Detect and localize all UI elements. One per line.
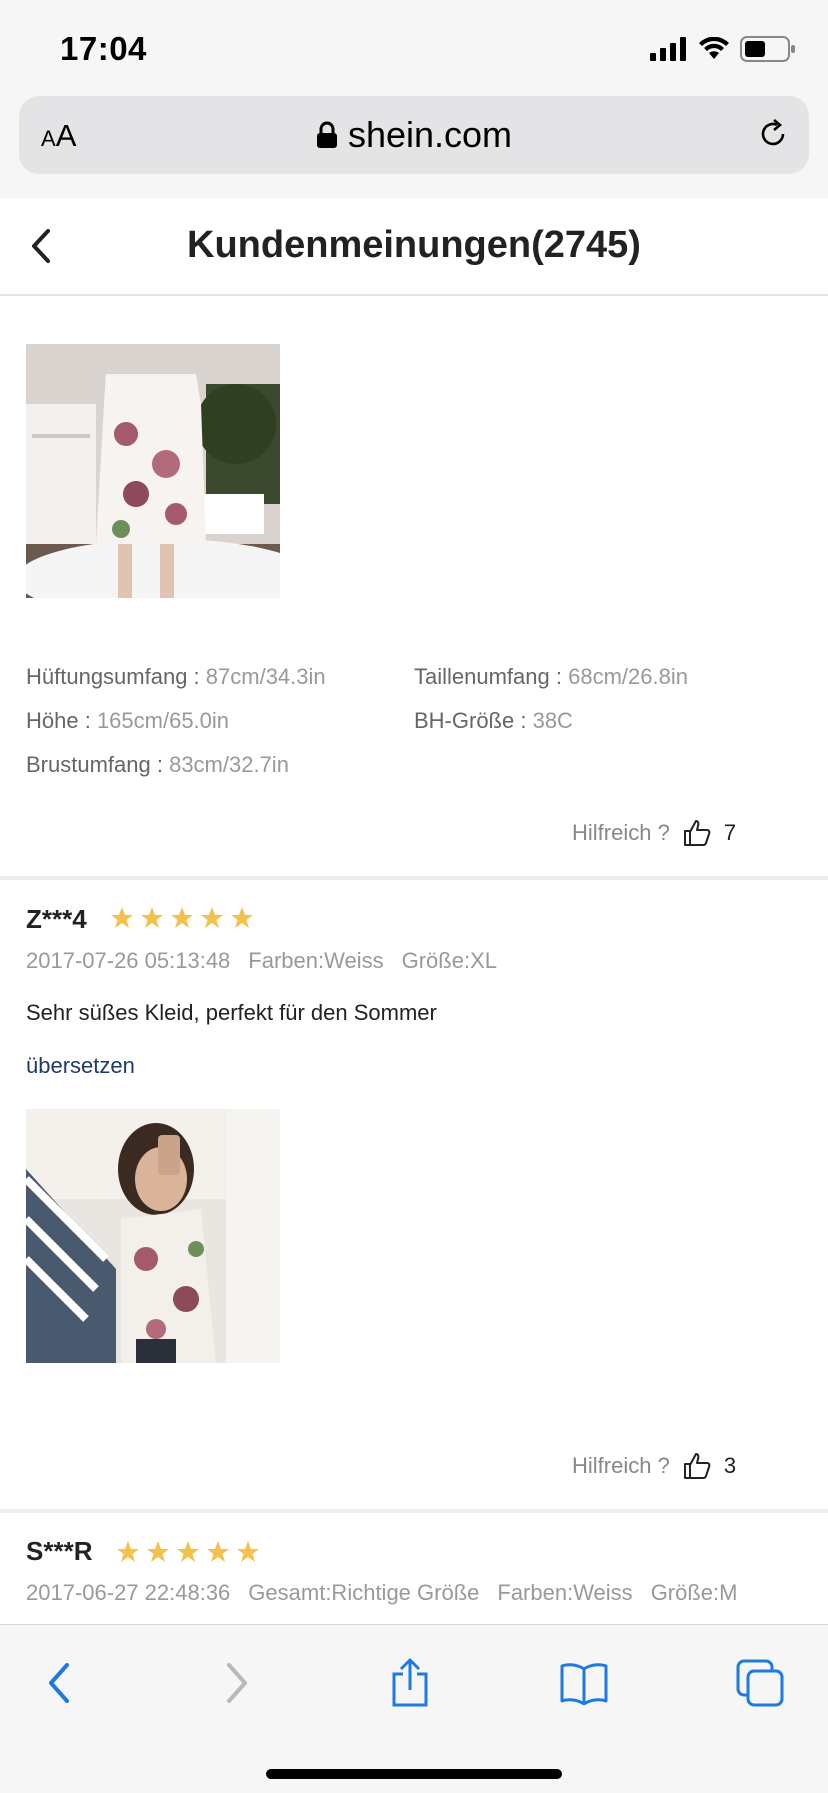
page-title: Kundenmeinungen(2745): [187, 224, 641, 266]
rating-stars: [110, 906, 254, 930]
helpful-count: 7: [723, 820, 737, 845]
reload-icon[interactable]: [755, 116, 791, 152]
star-icon: [171, 907, 193, 928]
bookmarks-button[interactable]: [554, 1653, 614, 1713]
status-icons: [650, 34, 796, 64]
back-button[interactable]: [30, 1653, 90, 1713]
star-icon: [201, 907, 223, 928]
dress-photo-image: [26, 344, 280, 598]
helpful-row: Hilfreich ? 3: [572, 1451, 736, 1481]
lock-icon: [316, 121, 337, 148]
address-bar[interactable]: AA shein.com: [19, 96, 809, 174]
review-size: Größe:M: [650, 1580, 738, 1605]
review-comment: Sehr süßes Kleid, perfekt für den Sommer: [26, 1000, 437, 1025]
review-photo[interactable]: [26, 344, 280, 598]
star-icon: [231, 907, 253, 928]
star-icon: [117, 1541, 139, 1562]
home-indicator: [266, 1769, 562, 1779]
chevron-right-icon: [227, 1663, 247, 1703]
translate-link[interactable]: übersetzen: [26, 1053, 135, 1079]
thumbs-up-icon[interactable]: [682, 818, 712, 848]
battery-icon: [740, 36, 795, 62]
thumbs-up-icon[interactable]: [682, 1451, 712, 1481]
browser-toolbar: [0, 1624, 828, 1793]
tabs-button[interactable]: [730, 1653, 790, 1713]
chevron-left-icon: [49, 1663, 69, 1703]
star-icon: [141, 907, 163, 928]
review-meta: 2017-06-27 22:48:36 Gesamt:Richtige Größe…: [26, 1580, 755, 1606]
review-date: 2017-06-27 22:48:36: [26, 1580, 231, 1605]
review-photo[interactable]: [26, 1109, 280, 1363]
rating-stars: [116, 1540, 260, 1564]
star-icon: [207, 1541, 229, 1562]
review-meta: 2017-07-26 05:13:48 Farben:Weiss Größe:XL: [26, 948, 515, 974]
review-size: Größe:XL: [401, 948, 497, 973]
domain-text: shein.com: [347, 114, 513, 155]
helpful-row: Hilfreich ? 7: [572, 818, 736, 848]
review-date: 2017-07-26 05:13:48: [26, 948, 231, 973]
star-icon: [177, 1541, 199, 1562]
share-icon: [392, 1658, 428, 1707]
status-time: 17:04: [60, 30, 147, 67]
helpful-label: Hilfreich ?: [572, 820, 670, 845]
measurement-waist: Taillenumfang : 68cm/26.8in: [414, 664, 688, 689]
measurement-bust: Brustumfang : 83cm/32.7in: [26, 752, 289, 777]
star-icon: [147, 1541, 169, 1562]
reviewer-name: Z***4: [26, 904, 87, 934]
measurement-hip: Hüftungsumfang : 87cm/34.3in: [26, 664, 326, 689]
review-color: Farben:Weiss: [497, 1580, 633, 1605]
url-display[interactable]: shein.com: [19, 114, 809, 156]
browser-address-area: AA shein.com: [0, 96, 828, 199]
review-divider: [0, 1509, 828, 1513]
helpful-count: 3: [723, 1453, 737, 1478]
review-divider: [0, 876, 828, 880]
measurement-height: Höhe : 165cm/65.0in: [26, 708, 230, 733]
share-button[interactable]: [380, 1653, 440, 1713]
helpful-label: Hilfreich ?: [572, 1453, 670, 1478]
book-icon: [560, 1663, 608, 1705]
signal-icon: [650, 37, 686, 61]
selfie-photo-image: [26, 1109, 280, 1363]
review-color: Farben:Weiss: [248, 948, 384, 973]
wifi-icon: [699, 37, 729, 59]
status-bar: 17:04: [0, 0, 828, 96]
star-icon: [237, 1541, 259, 1562]
tabs-icon: [736, 1659, 784, 1707]
reviewer-name: S***R: [26, 1536, 93, 1566]
forward-button[interactable]: [206, 1653, 266, 1713]
star-icon: [111, 907, 133, 928]
review-fit: Gesamt:Richtige Größe: [248, 1580, 480, 1605]
measurement-bra-size: BH-Größe : 38C: [414, 708, 573, 733]
page-header: Kundenmeinungen(2745): [0, 198, 828, 296]
